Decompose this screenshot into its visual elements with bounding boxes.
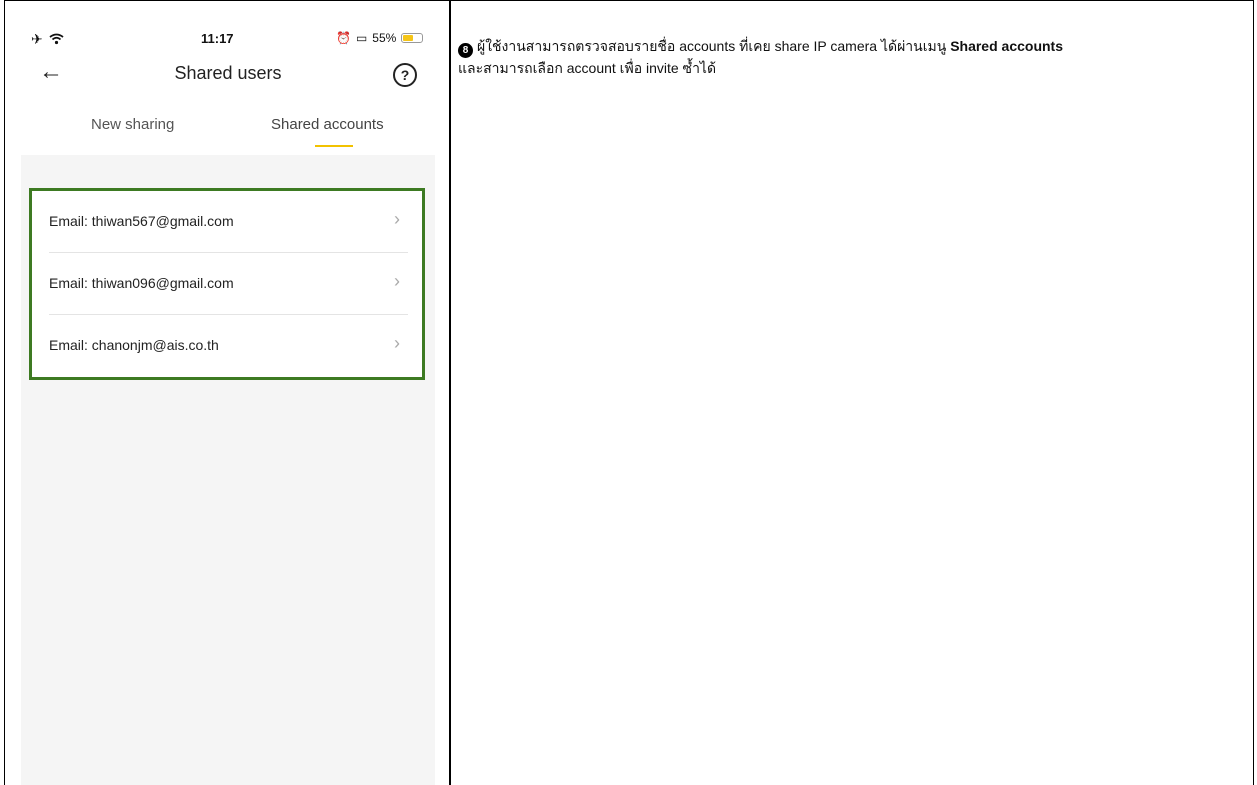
list-item[interactable]: Email: thiwan567@gmail.com › xyxy=(32,191,422,253)
account-email: Email: thiwan096@gmail.com xyxy=(49,275,234,291)
list-item[interactable]: Email: thiwan096@gmail.com › xyxy=(32,253,422,315)
alarm-icon: ⏰ xyxy=(336,31,351,45)
screen-mirror-icon: ▭ xyxy=(355,31,368,45)
active-tab-indicator xyxy=(315,145,353,147)
tab-bar: New sharing Shared accounts xyxy=(21,112,435,152)
page-title: Shared users xyxy=(174,63,282,83)
column-divider xyxy=(449,0,451,785)
battery-percent: 55% xyxy=(372,31,397,45)
phone-screenshot: ✈ 11:17 ⏰ ▭ 55% ← Shared users ? New sha… xyxy=(21,22,435,785)
status-bar: ✈ 11:17 ⏰ ▭ 55% xyxy=(21,22,435,52)
step-number-badge: 8 xyxy=(458,43,473,58)
status-icons-right: ⏰ ▭ 55% xyxy=(336,31,424,45)
phone-header: ✈ 11:17 ⏰ ▭ 55% ← Shared users ? New sha… xyxy=(21,22,435,155)
help-icon[interactable]: ? xyxy=(393,63,417,87)
account-email: Email: chanonjm@ais.co.th xyxy=(49,337,219,353)
nav-bar: ← Shared users ? xyxy=(21,58,435,92)
description-text-line2: และสามารถเลือก account เพื่อ invite ซ้ำไ… xyxy=(458,60,717,76)
shared-accounts-list: Email: thiwan567@gmail.com › Email: thiw… xyxy=(29,188,425,380)
description-text: ผู้ใช้งานสามารถตรวจสอบรายชื่อ accounts ท… xyxy=(477,38,951,54)
chevron-right-icon: › xyxy=(394,333,400,353)
chevron-right-icon: › xyxy=(394,209,400,229)
battery-fill xyxy=(403,35,414,41)
list-item[interactable]: Email: chanonjm@ais.co.th › xyxy=(32,315,422,377)
battery-icon xyxy=(401,33,424,43)
status-icons-left: ✈ xyxy=(31,31,64,48)
wifi-icon xyxy=(49,32,64,48)
tab-new-sharing[interactable]: New sharing xyxy=(91,116,174,133)
status-time: 11:17 xyxy=(201,31,234,46)
airplane-icon: ✈ xyxy=(31,31,43,47)
account-email: Email: thiwan567@gmail.com xyxy=(49,213,234,229)
step-description: 8 ผู้ใช้งานสามารถตรวจสอบรายชื่อ accounts … xyxy=(458,36,1238,78)
chevron-right-icon: › xyxy=(394,271,400,291)
description-menu-name: Shared accounts xyxy=(950,38,1064,54)
tab-shared-accounts[interactable]: Shared accounts xyxy=(271,116,384,133)
